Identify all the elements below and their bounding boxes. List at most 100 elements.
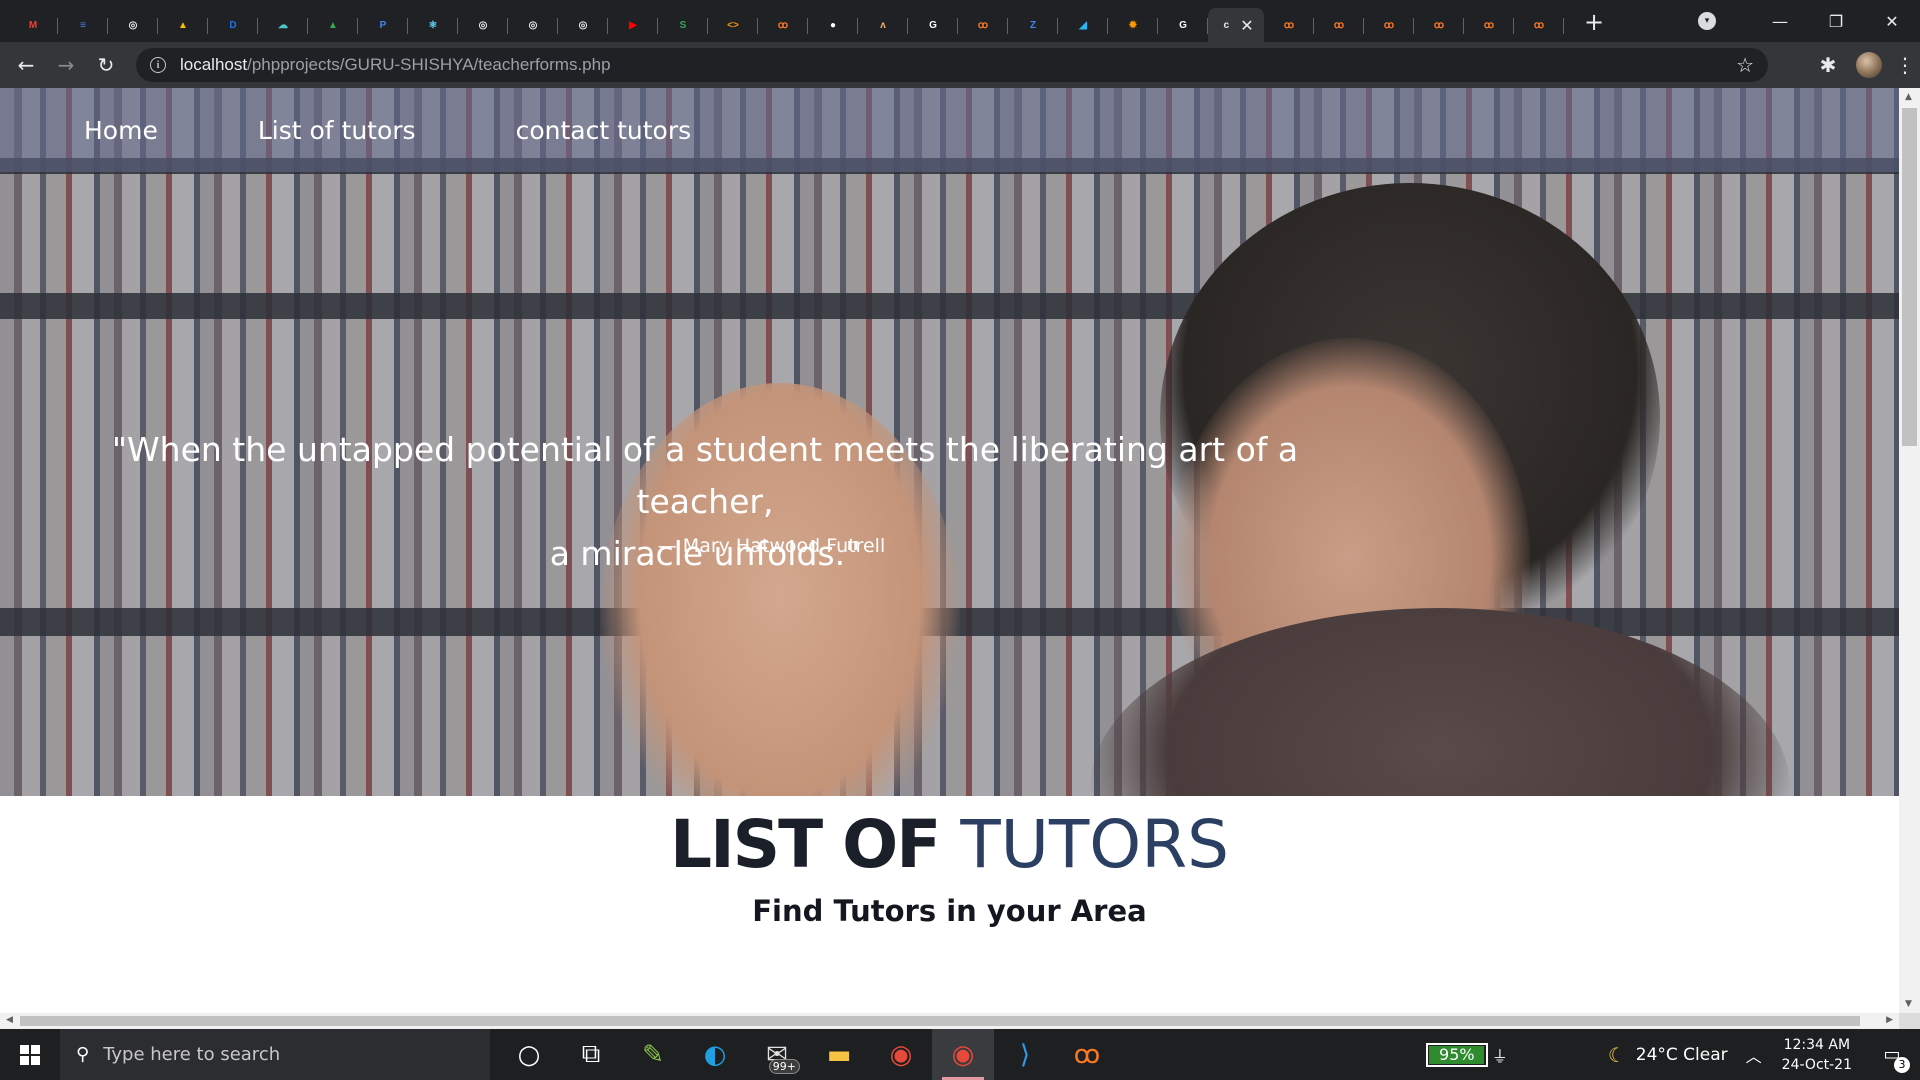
extensions-puzzle-icon[interactable]: ✱ (1808, 53, 1848, 77)
tab[interactable]: ▶ (608, 8, 658, 42)
tab[interactable]: ◢ (1058, 8, 1108, 42)
system-tray: 95% ⏚ ☾ 24°C Clear ︿ 12:34 AM 24-Oct-21 … (1425, 1029, 1920, 1080)
notification-count: 3 (1894, 1057, 1910, 1073)
taskbar-clock[interactable]: 12:34 AM 24-Oct-21 (1782, 1035, 1852, 1075)
reload-button[interactable]: ↻ (86, 45, 126, 85)
battery-indicator[interactable]: 95% (1425, 1042, 1488, 1067)
taskbar-app[interactable]: ◉ (870, 1029, 932, 1080)
nav-list-of-tutors-link[interactable]: List of tutors (258, 116, 416, 145)
moon-icon[interactable]: ☾ (1608, 1043, 1626, 1067)
windows-taskbar: ⚲ Type here to search ○ ⧉ ✎ ◐ ✉ 99+ ▬ ◉ ◉ ⟩ ꝏ 95% … (0, 1029, 1920, 1080)
tab-active[interactable]: c ✕ (1208, 8, 1264, 42)
tab[interactable]: ꝏ (1364, 8, 1414, 42)
tab[interactable]: ⚛ (408, 8, 458, 42)
tab[interactable]: ꝏ (1464, 8, 1514, 42)
url-path: /phpprojects/GURU-SHISHYA/teacherforms.p… (247, 55, 611, 74)
tab-search-icon[interactable]: ▾ (1698, 12, 1716, 30)
tab[interactable]: ☁ (258, 8, 308, 42)
horizontal-scrollbar[interactable]: ◀ ▶ (0, 1013, 1899, 1029)
tab[interactable]: ꝏ (1264, 8, 1314, 42)
tab[interactable]: D (208, 8, 258, 42)
forward-button[interactable]: → (46, 45, 86, 85)
tab[interactable]: ꝏ (1414, 8, 1464, 42)
tab[interactable]: ꝏ (758, 8, 808, 42)
tab[interactable]: S (658, 8, 708, 42)
tab[interactable]: ≡ (58, 8, 108, 42)
vertical-scroll-thumb[interactable] (1902, 108, 1917, 446)
vertical-scrollbar[interactable]: ▲ ▼ (1899, 88, 1920, 1013)
taskbar-apps: ○ ⧉ ✎ ◐ ✉ 99+ ▬ ◉ ◉ ⟩ ꝏ (498, 1029, 1118, 1080)
tab[interactable]: P (358, 8, 408, 42)
tab-close-icon[interactable]: ✕ (1240, 16, 1253, 35)
tab[interactable]: <> (708, 8, 758, 42)
site-info-icon[interactable]: i (150, 57, 166, 73)
scroll-down-arrow-icon[interactable]: ▼ (1905, 999, 1912, 1009)
url-text[interactable]: localhost/phpprojects/GURU-SHISHYA/teach… (180, 55, 611, 75)
quote-author: — Mary Hatwood Futrell (657, 535, 886, 557)
new-tab-button[interactable]: + (1584, 8, 1604, 36)
google-icon: G (1179, 19, 1187, 31)
section-title: LIST OF TUTORS (0, 806, 1899, 883)
bookmark-star-icon[interactable]: ☆ (1736, 53, 1754, 77)
tab[interactable]: ◎ (558, 8, 608, 42)
tab[interactable]: ◎ (458, 8, 508, 42)
nav-contact-tutors-link[interactable]: contact tutors (516, 116, 692, 145)
tab-list: M ≡ ◎ ▲ D ☁ ▲ P ⚛ ◎ ◎ ◎ ▶ S <> ꝏ ● ʌ Gꝏ Z ◢ ✹ Gc ✕ ꝏ ꝏ ꝏ ꝏ ꝏ ꝏ (0, 0, 1564, 42)
search-icon: ⚲ (76, 1044, 90, 1065)
horizontal-scroll-thumb[interactable] (20, 1016, 1860, 1026)
code-icon: <> (727, 19, 739, 31)
tab[interactable]: G (908, 8, 958, 42)
docs-icon: ≡ (80, 19, 86, 31)
taskbar-app[interactable]: ◉ (932, 1029, 994, 1080)
weather-text[interactable]: 24°C Clear (1636, 1045, 1728, 1065)
tab[interactable]: ▲ (308, 8, 358, 42)
edge-icon: ◐ (703, 1039, 727, 1070)
taskbar-app[interactable]: ✎ (622, 1029, 684, 1080)
taskbar-app[interactable]: ꝏ (1056, 1029, 1118, 1080)
tab[interactable]: M (8, 8, 58, 42)
site-icon: ◢ (1079, 19, 1087, 31)
profile-avatar[interactable] (1856, 52, 1882, 78)
taskbar-app[interactable]: ⧉ (560, 1029, 622, 1080)
chrome-menu-icon[interactable]: ⋮ (1890, 53, 1920, 77)
youtube-icon: ▶ (629, 19, 637, 31)
site-icon: ◎ (528, 19, 538, 31)
nav-home-link[interactable]: Home (84, 116, 158, 145)
window-controls: ▾ — ❐ ✕ (1698, 0, 1920, 42)
tab[interactable]: Z (1008, 8, 1058, 42)
minimize-button[interactable]: — (1752, 0, 1808, 42)
taskbar-search-box[interactable]: ⚲ Type here to search (60, 1029, 490, 1080)
drive-icon: ▲ (328, 19, 338, 31)
address-bar[interactable]: i localhost/phpprojects/GURU-SHISHYA/tea… (136, 48, 1768, 82)
windows-logo-icon (20, 1044, 40, 1065)
quote-line-1: "When the untapped potential of a studen… (111, 430, 1299, 521)
scroll-up-arrow-icon[interactable]: ▲ (1905, 92, 1912, 102)
tab[interactable]: ꝏ (1314, 8, 1364, 42)
tab[interactable]: ꝏ (1514, 8, 1564, 42)
tab[interactable]: ◎ (108, 8, 158, 42)
tab[interactable]: ꝏ (958, 8, 1008, 42)
tab[interactable]: ● (808, 8, 858, 42)
tray-overflow-chevron-icon[interactable]: ︿ (1746, 1043, 1762, 1067)
react-icon: ⚛ (428, 19, 438, 31)
scroll-left-arrow-icon[interactable]: ◀ (6, 1015, 13, 1025)
start-button[interactable] (0, 1029, 60, 1080)
tab[interactable]: ▲ (158, 8, 208, 42)
charging-plug-icon: ⏚ (1491, 1046, 1508, 1066)
scroll-right-arrow-icon[interactable]: ▶ (1886, 1015, 1893, 1025)
taskbar-app[interactable]: ✉ 99+ (746, 1029, 808, 1080)
tab[interactable]: G (1158, 8, 1208, 42)
back-button[interactable]: ← (6, 45, 46, 85)
tab[interactable]: ʌ (858, 8, 908, 42)
file-explorer-icon: ▬ (826, 1039, 852, 1070)
tab[interactable]: ◎ (508, 8, 558, 42)
taskbar-app[interactable]: ⟩ (994, 1029, 1056, 1080)
restore-button[interactable]: ❐ (1808, 0, 1864, 42)
close-window-button[interactable]: ✕ (1864, 0, 1920, 42)
taskbar-app[interactable]: ○ (498, 1029, 560, 1080)
notification-center-icon[interactable]: ▭ 3 (1874, 1044, 1910, 1073)
mail-badge: 99+ (768, 1059, 800, 1074)
taskbar-app[interactable]: ◐ (684, 1029, 746, 1080)
taskbar-app[interactable]: ▬ (808, 1029, 870, 1080)
tab[interactable]: ✹ (1108, 8, 1158, 42)
